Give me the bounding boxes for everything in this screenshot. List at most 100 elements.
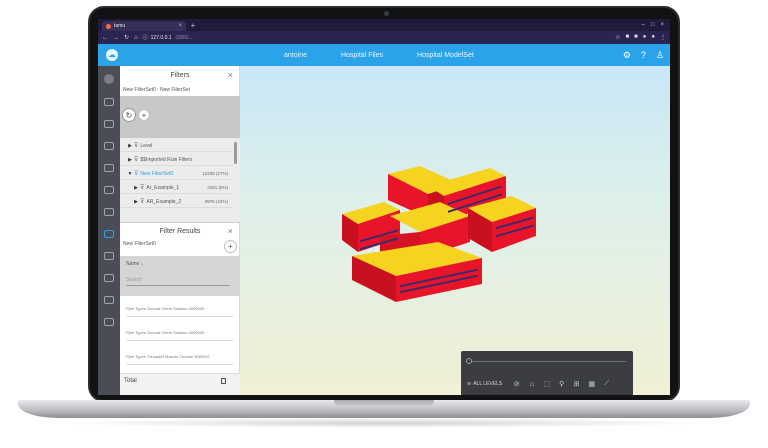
total-label: Total: [124, 378, 137, 384]
nav-user-link[interactable]: antoine: [284, 52, 307, 59]
filter-funnel-icon: ⊽: [140, 185, 145, 191]
table-row[interactable]: Pipe Types Ground Chem Solution 4000000: [126, 299, 234, 317]
avatar[interactable]: [104, 74, 114, 84]
ban-icon[interactable]: ⊘: [512, 380, 521, 389]
filters-close-icon[interactable]: ×: [228, 70, 233, 80]
export-icon[interactable]: [221, 378, 226, 384]
building-model[interactable]: [340, 156, 540, 306]
table-row[interactable]: Pipe Types Ground Chem Solution 4000000: [126, 323, 234, 341]
filter-row-new-filterset[interactable]: ▼ ⊽ New FilterSet0 12206 (27%): [120, 168, 232, 180]
laptop-stage: tamu × + – □ × ← → ↻ ⌂ ⓘ 127.0.0.1:3000/…: [0, 0, 768, 448]
user-icon[interactable]: ♙: [656, 50, 664, 61]
viewer-tool-icons: ≋ ALL LEVELS ⊘ ⌂ ⬚ ⚲ ⊞ ▦ ⟋: [461, 375, 633, 393]
filter-row-ar-example-1[interactable]: ▶ ⊽ Ar_Example_1 2281 (5%): [120, 182, 232, 194]
url-field[interactable]: ⓘ 127.0.0.1:3000/...: [143, 34, 193, 42]
settings-icon[interactable]: ⚙: [623, 50, 631, 61]
home-icon[interactable]: ⌂: [527, 380, 536, 389]
window-controls: – □ ×: [642, 19, 670, 31]
extension-icon[interactable]: ■: [634, 34, 638, 41]
sidebar-tree-icon[interactable]: [104, 98, 114, 106]
browser-tab-title: tamu: [114, 23, 126, 29]
name-column-header[interactable]: Name ↓: [126, 261, 143, 267]
extension-icon[interactable]: ■: [626, 34, 630, 41]
maximize-icon[interactable]: □: [651, 22, 655, 28]
url-host: 127.0.0.1: [150, 34, 172, 41]
menu-dots-icon[interactable]: ⋮: [660, 34, 666, 41]
tab-close-icon[interactable]: ×: [178, 23, 182, 29]
results-add-button[interactable]: +: [224, 240, 237, 253]
sidebar-chart-icon[interactable]: [104, 208, 114, 216]
grid-icon[interactable]: ⊞: [572, 380, 581, 389]
filter-row-count: 2281 (5%): [207, 185, 228, 190]
sidebar-building-icon[interactable]: [104, 120, 114, 128]
ruler-icon[interactable]: ⟋: [602, 380, 611, 389]
minimize-icon[interactable]: –: [642, 22, 645, 28]
results-search-input[interactable]: Search: [126, 272, 230, 286]
expand-arrow-icon[interactable]: ▶: [132, 199, 140, 205]
favicon-icon: [106, 23, 111, 29]
results-header: Name ↓ Search: [120, 256, 240, 296]
close-window-icon[interactable]: ×: [660, 22, 664, 28]
browser-tab[interactable]: tamu ×: [102, 21, 186, 31]
collapse-arrow-icon[interactable]: ▼: [126, 171, 134, 177]
sidebar-gear-icon[interactable]: [104, 186, 114, 194]
filter-funnel-icon: ⊽: [134, 143, 139, 149]
sidebar-folder-icon[interactable]: [104, 142, 114, 150]
sidebar-pin-icon[interactable]: [104, 296, 114, 304]
sidebar-layers-icon[interactable]: [104, 164, 114, 172]
results-close-icon[interactable]: ×: [228, 226, 233, 236]
cube-icon[interactable]: ⬚: [542, 380, 551, 389]
laptop-bezel: tamu × + – □ × ← → ↻ ⌂ ⓘ 127.0.0.1:3000/…: [88, 6, 680, 402]
refresh-filter-button[interactable]: ↻: [122, 108, 136, 122]
app-logo-icon[interactable]: ☁: [106, 49, 118, 61]
filter-row-imported[interactable]: ▶ ⊽ $$Imported Rule Filters: [120, 154, 232, 166]
filters-panel: Filters × New FilterSet0 : New FilterSet…: [120, 66, 240, 222]
home-browser-icon[interactable]: ⌂: [134, 35, 138, 41]
all-levels-button[interactable]: ≋ ALL LEVELS: [467, 381, 502, 387]
header-nav: antoine Hospital Files Hospital ModelSet: [284, 44, 474, 66]
section-icon[interactable]: ▦: [587, 380, 596, 389]
back-icon[interactable]: ←: [102, 35, 108, 41]
nav-hospital-modelset-link[interactable]: Hospital ModelSet: [417, 52, 474, 59]
add-filter-button[interactable]: +: [138, 109, 150, 121]
filter-row-count: 9975 (22%): [204, 199, 228, 204]
sidebar-doc-icon[interactable]: [104, 274, 114, 282]
model-viewport[interactable]: ≋ ALL LEVELS ⊘ ⌂ ⬚ ⚲ ⊞ ▦ ⟋: [240, 66, 670, 395]
extension-icon[interactable]: ●: [643, 34, 647, 41]
filter-funnel-icon: ⊽: [140, 199, 145, 205]
new-tab-button[interactable]: +: [188, 21, 198, 31]
expand-arrow-icon[interactable]: ▶: [126, 157, 134, 163]
nav-hospital-files-link[interactable]: Hospital Files: [341, 52, 383, 59]
person-icon[interactable]: ⚲: [557, 380, 566, 389]
level-slider-handle[interactable]: [466, 358, 472, 364]
filter-row-label: AR_Example_2: [146, 198, 182, 205]
sidebar-list-icon[interactable]: [104, 252, 114, 260]
reload-icon[interactable]: ↻: [124, 34, 129, 41]
browser-tab-bar: tamu × + – □ ×: [98, 19, 670, 31]
filter-tree: ▶ ⊽ Level ▶ ⊽ $$Imported Rule Filters ▼ …: [120, 138, 240, 222]
level-slider-track[interactable]: [468, 361, 626, 362]
star-icon[interactable]: ☆: [615, 34, 620, 41]
expand-arrow-icon[interactable]: ▶: [132, 185, 140, 191]
laptop-opening-notch: [334, 400, 434, 407]
address-bar: ← → ↻ ⌂ ⓘ 127.0.0.1:3000/... ☆ ■ ■ ● ● ⋮: [98, 31, 670, 44]
sidebar-filter-icon[interactable]: [104, 230, 114, 238]
viewer-toolbar: ≋ ALL LEVELS ⊘ ⌂ ⬚ ⚲ ⊞ ▦ ⟋: [461, 351, 633, 395]
results-total-bar: Total: [120, 373, 240, 395]
laptop-shadow: [60, 418, 708, 428]
sidebar-shield-icon[interactable]: [104, 318, 114, 326]
profile-icon[interactable]: ●: [651, 34, 655, 41]
filter-funnel-icon: ⊽: [134, 171, 139, 177]
expand-arrow-icon[interactable]: ▶: [126, 143, 134, 149]
filter-tree-scrollbar[interactable]: [234, 142, 237, 164]
forward-icon[interactable]: →: [113, 35, 119, 41]
browser-toolbar: ☆ ■ ■ ● ● ⋮: [615, 34, 666, 41]
results-title: Filter Results: [159, 228, 201, 235]
help-icon[interactable]: ?: [641, 50, 646, 60]
filter-row-ar-example-2[interactable]: ▶ ⊽ AR_Example_2 9975 (22%): [120, 196, 232, 208]
results-subtitle: New FilterSet0: [123, 241, 156, 247]
layers-icon: ≋: [467, 381, 472, 387]
filter-row-label: Ar_Example_1: [146, 184, 180, 191]
filter-row-level[interactable]: ▶ ⊽ Level: [120, 140, 232, 152]
table-row[interactable]: Pipe Types Threaded Mosdul Chrome 500000…: [126, 347, 234, 365]
